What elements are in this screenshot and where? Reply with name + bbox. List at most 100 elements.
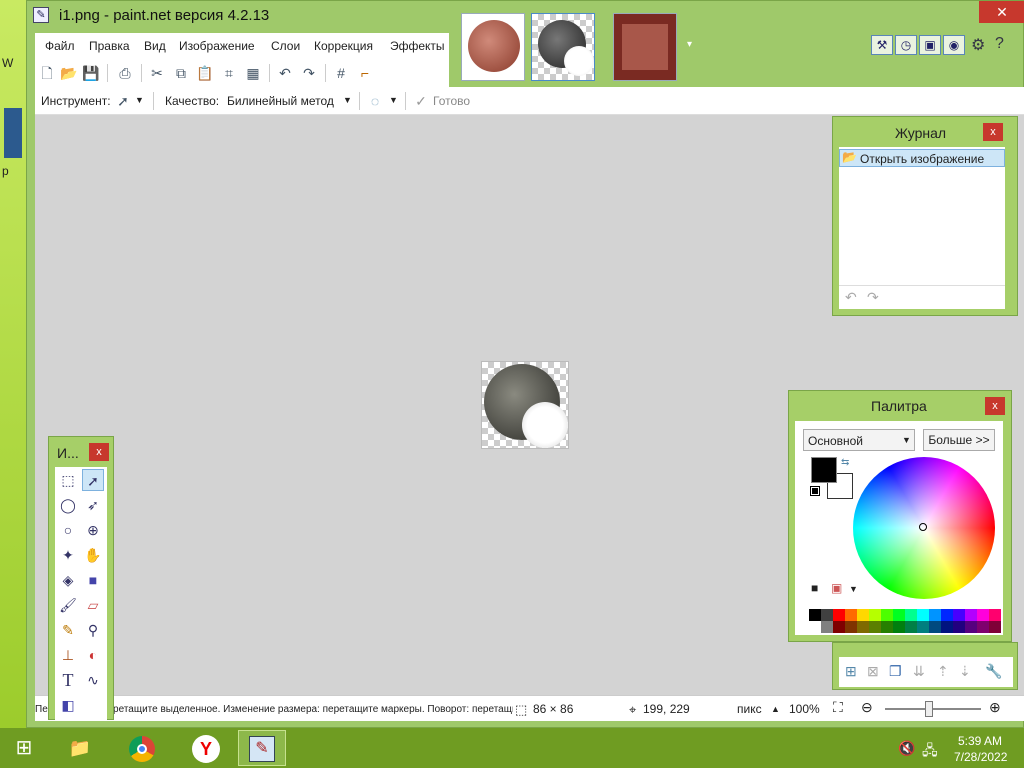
menu-layers[interactable]: Слои (271, 39, 300, 53)
reset-colors-icon[interactable] (810, 486, 820, 496)
color-picker-icon[interactable]: ⚲ (82, 619, 104, 641)
redo-icon[interactable]: ↷ (299, 63, 319, 83)
history-item[interactable]: 📂 Открыть изображение (839, 149, 1005, 167)
settings-gear-icon[interactable]: ⚙ (971, 35, 985, 55)
swap-colors-icon[interactable]: ⇆ (841, 457, 849, 468)
palette-swatch[interactable] (941, 621, 953, 633)
color-mode-select[interactable]: Основной ▼ (803, 429, 915, 451)
paintnet-taskbar-icon[interactable]: ✎ (238, 730, 286, 766)
palette-swatch[interactable] (929, 621, 941, 633)
selection-mode-chevron-icon[interactable]: ▼ (389, 95, 398, 105)
unit-dropdown-chevron-icon[interactable]: ▲ (771, 704, 780, 714)
palette-swatch[interactable] (809, 609, 821, 621)
palette-swatch[interactable] (941, 609, 953, 621)
text-icon[interactable]: T (57, 669, 79, 691)
palette-menu-chevron-icon[interactable]: ▼ (849, 584, 858, 594)
history-toggle-icon[interactable]: ◷ (895, 35, 917, 55)
palette-swatch[interactable] (833, 609, 845, 621)
menu-adjustments[interactable]: Коррекция (314, 39, 373, 53)
palette-swatch[interactable] (821, 609, 833, 621)
primary-color-swatch[interactable] (811, 457, 837, 483)
palette-swatch[interactable] (905, 621, 917, 633)
palette-swatch[interactable] (917, 609, 929, 621)
recolor-icon[interactable]: ◐ (82, 644, 104, 666)
grid-icon[interactable]: # (331, 63, 351, 83)
file-explorer-icon[interactable]: 📁 (56, 730, 104, 766)
palette-swatch[interactable] (845, 621, 857, 633)
eraser-icon[interactable]: ▱ (82, 594, 104, 616)
gradient-icon[interactable]: ■ (82, 569, 104, 591)
line-curve-icon[interactable]: ∿ (82, 669, 104, 691)
clone-stamp-icon[interactable]: ⊥ (57, 644, 79, 666)
move-layer-down-icon[interactable]: ⇣ (959, 663, 971, 680)
undo-icon[interactable]: ↶ (275, 63, 295, 83)
palette-swatch[interactable] (893, 621, 905, 633)
merge-layer-icon[interactable]: ⇊ (913, 663, 925, 680)
palette-swatch[interactable] (857, 621, 869, 633)
paintnet-app-icon[interactable]: ✎ (33, 7, 49, 23)
zoom-in-icon[interactable]: ⊕ (989, 699, 1001, 716)
palette-swatch[interactable] (965, 609, 977, 621)
history-redo-icon[interactable]: ↷ (867, 289, 879, 306)
zoom-slider[interactable] (885, 708, 981, 710)
palette-swatch[interactable] (989, 609, 1001, 621)
cut-icon[interactable]: ✂ (147, 63, 167, 83)
copy-icon[interactable]: ⧉ (171, 63, 191, 83)
color-wheel-cursor[interactable] (919, 523, 927, 531)
paintbrush-icon[interactable]: 🖌 (57, 594, 79, 616)
ruler-icon[interactable]: ⌐ (355, 63, 375, 83)
history-panel-close-button[interactable]: x (983, 123, 1003, 141)
palette-swatch[interactable] (929, 609, 941, 621)
history-undo-icon[interactable]: ↶ (845, 289, 857, 306)
crop-icon[interactable]: ⌗ (219, 63, 239, 83)
image-tab-1[interactable] (461, 13, 525, 81)
deselect-icon[interactable]: ▦ (243, 63, 263, 83)
zoom-level[interactable]: 100% (789, 702, 820, 716)
palette-swatch[interactable] (893, 609, 905, 621)
colors-panel-close-button[interactable]: x (985, 397, 1005, 415)
add-layer-icon[interactable]: ⊞ (845, 663, 857, 680)
move-selection-outline-icon[interactable]: ➶ (82, 494, 104, 516)
palette-swatch[interactable] (869, 621, 881, 633)
ellipse-select-icon[interactable]: ○ (57, 519, 79, 541)
palette-swatch[interactable] (989, 621, 1001, 633)
paste-icon[interactable]: 📋 (195, 63, 215, 83)
yandex-browser-icon[interactable]: Y (182, 730, 230, 766)
delete-layer-icon[interactable]: ⊠ (867, 663, 879, 680)
palette-menu-icon[interactable]: ▣ (831, 581, 842, 595)
palette-swatch[interactable] (833, 621, 845, 633)
move-selection-icon[interactable]: ➚ (82, 469, 104, 491)
palette-row-bottom[interactable] (809, 621, 1001, 633)
save-icon[interactable]: 💾 (81, 63, 101, 83)
help-icon[interactable]: ? (995, 35, 1004, 53)
lasso-select-icon[interactable]: ◯ (57, 494, 79, 516)
layer-properties-icon[interactable]: 🔧 (985, 663, 1002, 680)
palette-swatch[interactable] (881, 621, 893, 633)
tabs-overflow-chevron-icon[interactable]: ▾ (687, 39, 692, 50)
menu-image[interactable]: Изображение (179, 39, 255, 53)
move-selection-tool-icon[interactable]: ➚ (113, 91, 133, 111)
pan-icon[interactable]: ✋ (82, 544, 104, 566)
palette-swatch[interactable] (869, 609, 881, 621)
magic-wand-icon[interactable]: ✦ (57, 544, 79, 566)
shapes-icon[interactable]: ◧ (57, 694, 79, 716)
zoom-out-icon[interactable]: ⊖ (861, 699, 873, 716)
network-icon[interactable]: 🖧 (922, 740, 938, 764)
title-bar[interactable]: ✎ i1.png - paint.net версия 4.2.13 ✕ (27, 1, 1024, 31)
rectangle-select-icon[interactable]: ⬚ (57, 469, 79, 491)
palette-swatch[interactable] (821, 621, 833, 633)
print-icon[interactable]: ⎙ (115, 63, 135, 83)
palette-swatch[interactable] (953, 621, 965, 633)
image-tab-2-active[interactable] (531, 13, 595, 81)
image-tab-3[interactable] (613, 13, 677, 81)
more-colors-button[interactable]: Больше >> (923, 429, 995, 451)
pencil-icon[interactable]: ✎ (57, 619, 79, 641)
image-canvas[interactable] (481, 361, 569, 449)
paint-bucket-icon[interactable]: ◈ (57, 569, 79, 591)
quality-dropdown-chevron-icon[interactable]: ▼ (343, 95, 352, 105)
zoom-slider-thumb[interactable] (925, 701, 933, 717)
palette-swatch[interactable] (977, 609, 989, 621)
palette-swatch[interactable] (917, 621, 929, 633)
palette-swatch[interactable] (857, 609, 869, 621)
palette-swatch[interactable] (845, 609, 857, 621)
